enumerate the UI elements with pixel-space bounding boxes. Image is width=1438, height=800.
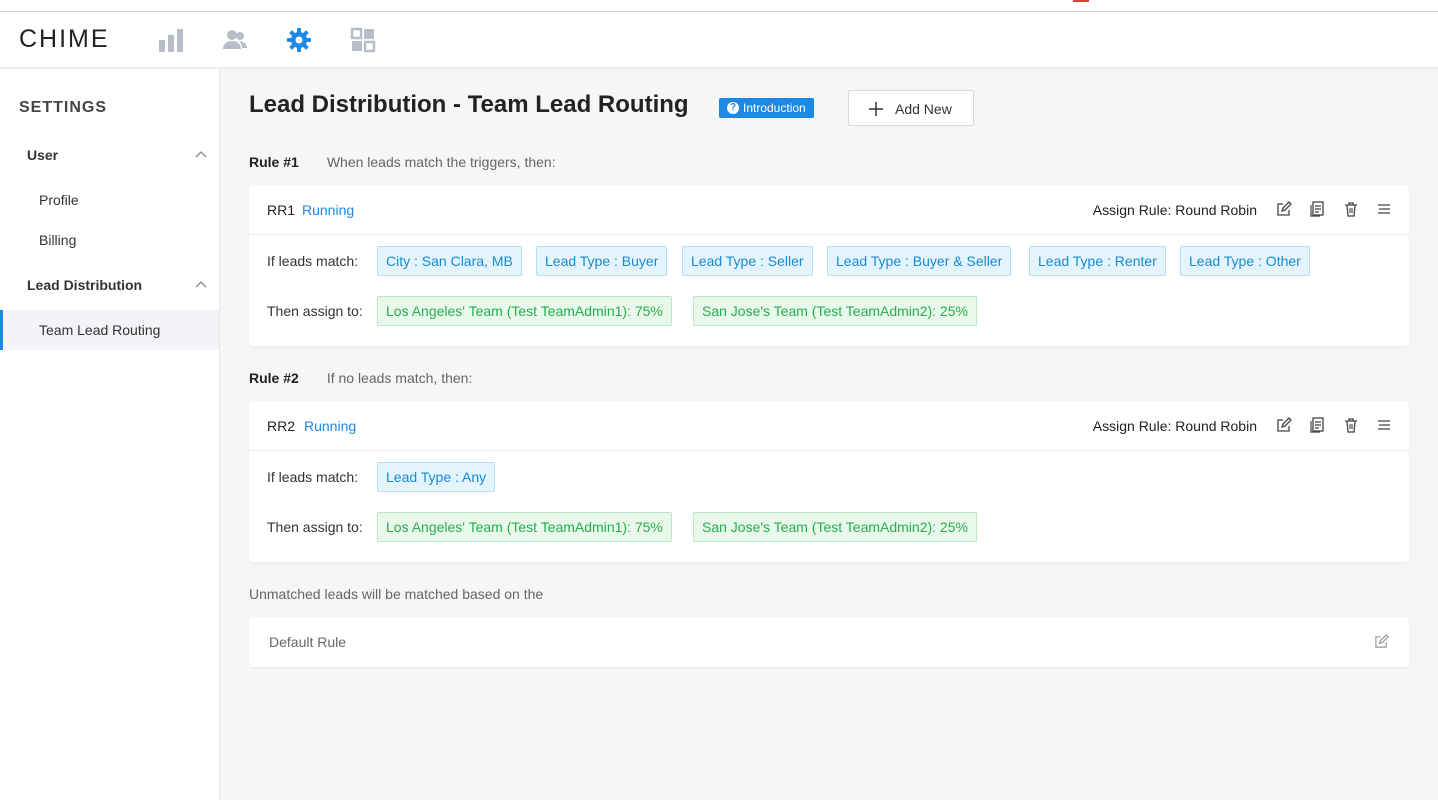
rule-card: RR1 Running Assign Rule: Round Robin If … (249, 185, 1409, 346)
assignee-tag: San Jose's Team (Test TeamAdmin2): 25% (693, 512, 977, 542)
assignee-tag: San Jose's Team (Test TeamAdmin2): 25% (693, 296, 977, 326)
trigger-tag: Lead Type : Buyer & Seller (827, 246, 1012, 276)
add-new-button[interactable]: Add New (848, 90, 974, 126)
introduction-button[interactable]: ? Introduction (719, 98, 814, 118)
dashboard-grid-icon[interactable] (350, 27, 376, 53)
edit-icon[interactable] (1276, 417, 1292, 433)
rule-status: Running (304, 418, 357, 434)
rule-heading: Rule #1 When leads match the triggers, th… (249, 154, 556, 170)
assignee-tag: Los Angeles' Team (Test TeamAdmin1): 75% (377, 296, 672, 326)
trigger-tag: Lead Type : Renter (1029, 246, 1166, 276)
assign-label: Then assign to: (267, 519, 363, 535)
analytics-icon[interactable] (158, 27, 184, 53)
add-new-label: Add New (895, 101, 952, 117)
rule-status: Running (302, 202, 355, 218)
rule-heading: Rule #2 If no leads match, then: (249, 370, 472, 386)
plus-icon (869, 102, 883, 116)
unmatched-note: Unmatched leads will be matched based on… (249, 586, 544, 602)
rule-number: Rule #2 (249, 370, 299, 386)
chevron-up-icon (195, 151, 207, 158)
rule-name: RR2 (267, 418, 296, 434)
copy-icon[interactable] (1310, 201, 1326, 217)
match-label: If leads match: (267, 253, 359, 269)
rule-description: When leads match the triggers, then: (326, 154, 556, 170)
rule-description: If no leads match, then: (326, 370, 473, 386)
chevron-up-icon (195, 281, 207, 288)
assignee-tag: Los Angeles' Team (Test TeamAdmin1): 75% (377, 512, 672, 542)
assign-rule: Assign Rule: Round Robin (1092, 202, 1257, 218)
sidebar-group-label: User (27, 147, 59, 163)
chime-logo[interactable]: CHIME (19, 25, 110, 54)
rule-card-header: RR1 Running Assign Rule: Round Robin (249, 185, 1409, 235)
rule-card-header: RR2 Running Assign Rule: Round Robin (249, 401, 1409, 451)
trigger-tag: Lead Type : Buyer (536, 246, 668, 276)
sidebar-group-lead-distribution[interactable]: Lead Distribution (27, 277, 207, 293)
rule-name: RR1 (267, 202, 296, 218)
page-title: Lead Distribution - Team Lead Routing (249, 91, 689, 118)
help-icon: ? (727, 102, 739, 114)
browser-top-strip (0, 0, 1438, 12)
default-rule-label: Default Rule (269, 634, 347, 650)
sidebar-item-profile[interactable]: Profile (0, 180, 219, 220)
browser-indicator (1073, 0, 1089, 2)
assign-rule: Assign Rule: Round Robin (1092, 418, 1257, 434)
settings-sidebar: SETTINGS User Profile Billing Lead Distr… (0, 69, 220, 800)
match-label: If leads match: (267, 469, 359, 485)
trigger-tag: City : San Clara, MB (377, 246, 522, 276)
main-content: Lead Distribution - Team Lead Routing ? … (221, 69, 1438, 800)
trash-icon[interactable] (1343, 417, 1359, 433)
sidebar-item-team-lead-routing[interactable]: Team Lead Routing (0, 310, 219, 350)
sidebar-title: SETTINGS (19, 99, 108, 116)
copy-icon[interactable] (1310, 417, 1326, 433)
trigger-tag: Lead Type : Seller (682, 246, 813, 276)
app-header: CHIME (0, 12, 1438, 68)
sidebar-item-billing[interactable]: Billing (0, 220, 219, 260)
sidebar-group-user[interactable]: User (27, 147, 207, 163)
edit-icon[interactable] (1276, 201, 1292, 217)
trash-icon[interactable] (1343, 201, 1359, 217)
edit-icon[interactable] (1374, 634, 1389, 649)
trigger-tag: Lead Type : Any (377, 462, 496, 492)
introduction-label: Introduction (743, 101, 806, 115)
sidebar-group-label: Lead Distribution (27, 277, 143, 293)
rule-number: Rule #1 (249, 154, 299, 170)
trigger-tag: Lead Type : Other (1180, 246, 1310, 276)
drag-handle-icon[interactable] (1376, 417, 1392, 433)
drag-handle-icon[interactable] (1376, 201, 1392, 217)
assign-label: Then assign to: (267, 303, 363, 319)
people-icon[interactable] (222, 27, 248, 53)
rule-card: RR2 Running Assign Rule: Round Robin If … (249, 401, 1409, 562)
settings-gear-icon[interactable] (286, 27, 312, 53)
default-rule-card[interactable]: Default Rule (249, 617, 1409, 667)
